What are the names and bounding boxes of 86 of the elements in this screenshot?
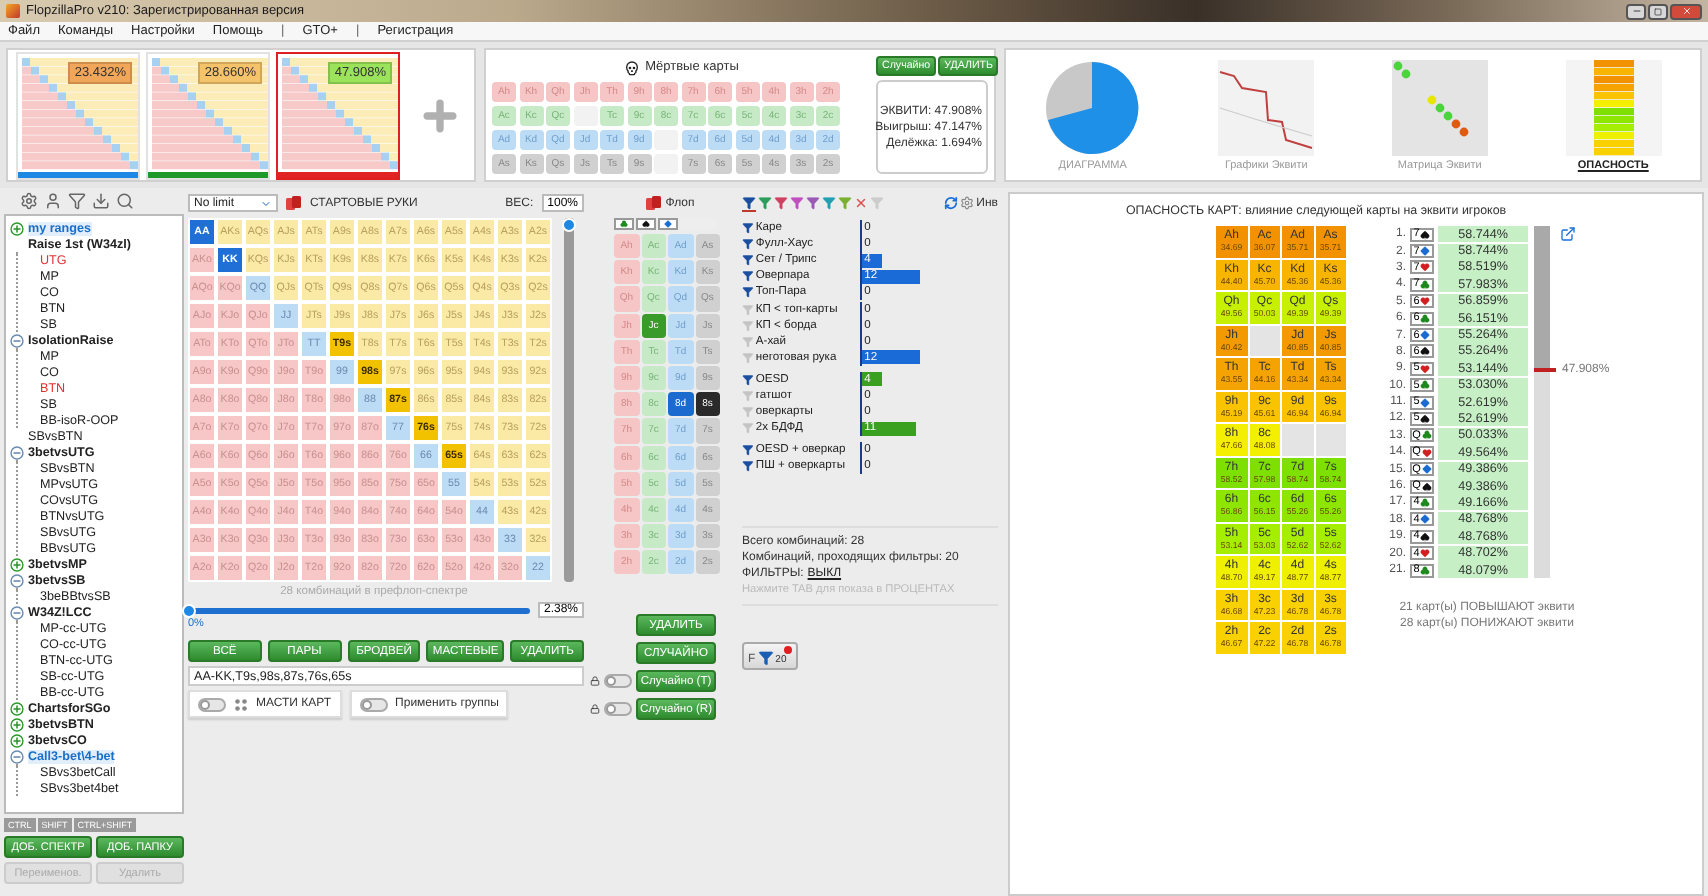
toggle-switch[interactable]	[604, 674, 632, 689]
club-icon	[1420, 313, 1431, 324]
slider-thumb[interactable]	[182, 603, 196, 617]
caret-icon	[260, 197, 272, 209]
club-icon	[1420, 279, 1431, 290]
maximize-button[interactable]	[1648, 3, 1668, 19]
heart-icon	[1420, 262, 1431, 273]
club-icon	[1421, 430, 1432, 441]
settings-icon[interactable]	[20, 192, 38, 210]
club-icon	[1420, 497, 1431, 508]
cards-icon	[286, 196, 302, 210]
filter-preset-button[interactable]	[774, 195, 788, 211]
spade-icon	[1421, 481, 1432, 492]
filter-icon[interactable]	[742, 444, 754, 457]
spade-icon	[1420, 413, 1431, 424]
spade-icon	[642, 220, 650, 228]
range-slider[interactable]	[188, 607, 530, 613]
club-icon	[1420, 380, 1431, 391]
search-icon[interactable]	[116, 192, 134, 210]
settings-icon[interactable]	[960, 196, 975, 210]
range-matrix-drawing	[282, 57, 398, 171]
heart-icon	[1420, 296, 1431, 307]
collapse-icon[interactable]	[10, 445, 24, 459]
filter-icon[interactable]	[742, 254, 754, 267]
person-icon[interactable]	[44, 192, 62, 210]
refresh-icon[interactable]	[944, 196, 959, 210]
heart-icon	[1420, 548, 1431, 559]
collapse-icon[interactable]	[10, 749, 24, 763]
club-icon	[620, 220, 628, 228]
heart-icon	[1420, 363, 1431, 374]
diamond-icon	[1421, 464, 1432, 475]
filter-icon[interactable]	[68, 192, 86, 210]
diamond-icon	[1420, 514, 1431, 525]
expand-icon[interactable]	[10, 221, 24, 235]
filter-icon[interactable]	[742, 222, 754, 235]
minimize-button[interactable]	[1626, 3, 1646, 19]
range-matrix-drawing	[22, 57, 138, 171]
spade-icon	[1420, 346, 1431, 357]
suit-picker[interactable]	[636, 218, 656, 230]
diamond-icon	[1420, 246, 1431, 257]
diamond-icon	[664, 220, 672, 228]
filter-preset-button[interactable]	[806, 195, 820, 211]
line-graph-drawing	[1218, 59, 1315, 155]
range-matrix-drawing	[152, 57, 268, 171]
skull-icon	[623, 59, 640, 75]
cards-icon	[645, 196, 662, 210]
expand-icon[interactable]	[10, 701, 24, 715]
lock-icon	[590, 704, 600, 715]
filter-preset-button[interactable]	[742, 195, 756, 211]
diamond-icon	[1420, 330, 1431, 341]
external-link-icon[interactable]	[1560, 226, 1576, 242]
weight-slider[interactable]	[564, 218, 574, 582]
toggle-switch[interactable]	[198, 697, 226, 711]
equity-matrix-drawing	[1391, 59, 1488, 155]
diamond-icon	[1420, 397, 1431, 408]
clear-filters-icon[interactable]	[854, 196, 868, 210]
collapse-icon[interactable]	[10, 573, 24, 587]
collapse-icon[interactable]	[10, 333, 24, 347]
minimize-icon	[1631, 6, 1641, 16]
toggle-switch[interactable]	[359, 697, 388, 711]
spade-icon	[1420, 229, 1431, 240]
filter-preset-button[interactable]	[758, 195, 772, 211]
filter-icon[interactable]	[742, 270, 754, 283]
filter-icon[interactable]	[742, 238, 754, 251]
toggle-switch[interactable]	[604, 702, 632, 717]
expand-icon[interactable]	[10, 717, 24, 731]
pie-chart-drawing	[1044, 59, 1141, 155]
filter-icon[interactable]	[742, 373, 754, 386]
danger-grid-drawing	[1565, 59, 1662, 155]
filter-icon[interactable]	[742, 460, 754, 473]
maximize-icon	[1654, 7, 1662, 15]
lock-icon	[590, 676, 600, 687]
app-icon	[6, 4, 20, 18]
filter-icon	[757, 650, 774, 667]
suits-icon	[234, 697, 248, 711]
expand-icon[interactable]	[10, 557, 24, 571]
download-icon[interactable]	[92, 192, 110, 210]
club-icon	[1420, 565, 1431, 575]
spade-icon	[1420, 531, 1431, 542]
expand-icon[interactable]	[10, 733, 24, 747]
heart-icon	[1421, 447, 1432, 458]
collapse-icon[interactable]	[10, 605, 24, 619]
close-button[interactable]	[1670, 3, 1702, 19]
slider-thumb[interactable]	[562, 218, 576, 232]
filter-icon[interactable]	[742, 286, 754, 299]
filter-preset-button[interactable]	[790, 195, 804, 211]
